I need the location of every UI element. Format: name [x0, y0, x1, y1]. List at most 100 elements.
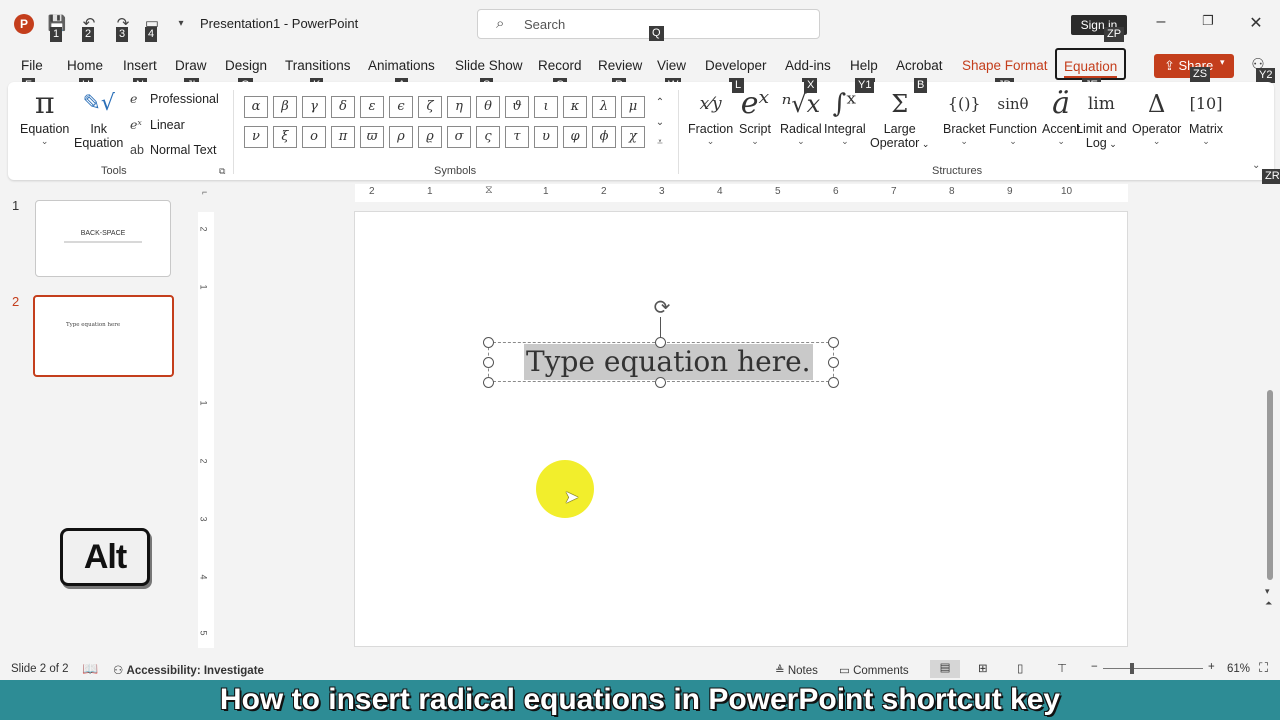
slide-sorter-icon[interactable]: ⊞: [978, 661, 988, 675]
accent-button[interactable]: ä Accent ⌄: [1042, 86, 1080, 146]
symbol-mu[interactable]: μ: [621, 96, 645, 118]
symbol-nu[interactable]: ν: [244, 126, 268, 148]
zoom-level[interactable]: 61%: [1227, 663, 1250, 675]
function-button[interactable]: sinθ Function ⌄: [989, 86, 1037, 146]
resize-handle-top[interactable]: [655, 337, 666, 348]
symbol-pi-var[interactable]: ϖ: [360, 126, 384, 148]
symbols-scroll-down-icon[interactable]: ⌄: [653, 114, 667, 132]
tab-view[interactable]: View: [657, 58, 686, 73]
equation-placeholder[interactable]: Type equation here.: [524, 344, 813, 380]
slideshow-view-icon[interactable]: ⊤: [1057, 661, 1067, 675]
notes-button[interactable]: ≜ Notes: [775, 663, 818, 677]
scrollbar-thumb[interactable]: [1267, 390, 1273, 580]
symbol-sigma[interactable]: σ: [447, 126, 471, 148]
symbols-scroll-up-icon[interactable]: ⌃: [653, 94, 667, 112]
tab-equation[interactable]: Equation: [1055, 48, 1127, 80]
symbol-eta[interactable]: η: [447, 96, 471, 118]
customize-qat-icon[interactable]: ▾: [170, 14, 192, 36]
symbol-rho-var[interactable]: ϱ: [418, 126, 442, 148]
bracket-button[interactable]: {()} Bracket ⌄: [943, 86, 985, 146]
symbol-epsilon-var[interactable]: ϵ: [389, 96, 413, 118]
tab-acrobat[interactable]: Acrobat: [896, 58, 943, 73]
symbol-chi[interactable]: χ: [621, 126, 645, 148]
symbols-more-icon[interactable]: ⩡: [653, 134, 667, 152]
ink-equation-button[interactable]: ✎√ Ink Equation: [74, 86, 123, 150]
symbol-iota[interactable]: ι: [534, 96, 558, 118]
radical-button[interactable]: ⁿ√x Radical ⌄: [780, 86, 822, 146]
indent-marker-icon[interactable]: ⧖: [485, 184, 493, 197]
slide-thumbnail-1[interactable]: BACK-SPACE: [35, 200, 171, 277]
resize-handle-right[interactable]: [828, 357, 839, 368]
tab-help[interactable]: Help: [850, 58, 878, 73]
resize-handle-bottom-left[interactable]: [483, 377, 494, 388]
symbol-pi[interactable]: π: [331, 126, 355, 148]
normal-view-icon[interactable]: ▤: [930, 660, 960, 678]
tab-home[interactable]: Home: [67, 58, 103, 73]
zoom-slider[interactable]: [1103, 668, 1203, 669]
slide-canvas[interactable]: [354, 211, 1128, 647]
zoom-out-icon[interactable]: −: [1091, 661, 1098, 673]
symbol-gamma[interactable]: γ: [302, 96, 326, 118]
operator-button[interactable]: Δ Operator ⌄: [1132, 86, 1181, 146]
comments-button[interactable]: ▭ Comments: [839, 663, 909, 677]
vertical-scrollbar[interactable]: ▾ ⏶: [1265, 190, 1277, 610]
symbol-omicron[interactable]: ο: [302, 126, 326, 148]
spelling-icon[interactable]: 📖: [82, 661, 98, 677]
rotate-handle-icon[interactable]: ⟳: [651, 297, 673, 319]
tab-animations[interactable]: Animations: [368, 58, 435, 73]
close-icon[interactable]: ✕: [1241, 13, 1271, 35]
tab-add-ins[interactable]: Add-ins: [785, 58, 831, 73]
minimize-icon[interactable]: –: [1146, 13, 1176, 35]
symbol-rho[interactable]: ρ: [389, 126, 413, 148]
symbol-sigma-final[interactable]: ς: [476, 126, 500, 148]
symbol-theta[interactable]: θ: [476, 96, 500, 118]
tab-file[interactable]: File: [21, 58, 43, 73]
tools-launcher-icon[interactable]: ⧉: [219, 166, 225, 177]
tab-insert[interactable]: Insert: [123, 58, 157, 73]
previous-slide-icon[interactable]: ⏶: [1265, 598, 1272, 609]
resize-handle-top-right[interactable]: [828, 337, 839, 348]
symbol-theta-var[interactable]: ϑ: [505, 96, 529, 118]
symbol-zeta[interactable]: ζ: [418, 96, 442, 118]
slide-thumbnail-2[interactable]: Type equation here: [33, 295, 174, 377]
symbol-epsilon[interactable]: ε: [360, 96, 384, 118]
script-button[interactable]: eˣ Script ⌄: [739, 86, 771, 146]
tab-slide-show[interactable]: Slide Show: [455, 58, 523, 73]
large-operator-button[interactable]: Σ Large Operator ⌄: [870, 86, 929, 150]
symbol-xi[interactable]: ξ: [273, 126, 297, 148]
resize-handle-bottom[interactable]: [655, 377, 666, 388]
tab-developer[interactable]: Developer: [705, 58, 767, 73]
integral-button[interactable]: ∫ˣ Integral ⌄: [824, 86, 866, 146]
equation-button[interactable]: π Equation ⌄: [20, 86, 69, 146]
scroll-down-icon[interactable]: ▾: [1265, 586, 1270, 597]
tab-shape-format[interactable]: Shape Format: [962, 58, 1048, 73]
linear-button[interactable]: eˣ Linear: [130, 117, 185, 132]
symbol-beta[interactable]: β: [273, 96, 297, 118]
symbol-lambda[interactable]: λ: [592, 96, 616, 118]
symbol-delta[interactable]: δ: [331, 96, 355, 118]
resize-handle-top-left[interactable]: [483, 337, 494, 348]
limit-and-log-button[interactable]: lim Limit and Log ⌄: [1076, 86, 1127, 150]
symbol-kappa[interactable]: κ: [563, 96, 587, 118]
symbol-phi-var[interactable]: ϕ: [592, 126, 616, 148]
accessibility-button[interactable]: ⚇ Accessibility: Investigate: [113, 663, 264, 677]
tab-review[interactable]: Review: [598, 58, 642, 73]
symbol-upsilon[interactable]: υ: [534, 126, 558, 148]
symbol-tau[interactable]: τ: [505, 126, 529, 148]
matrix-button[interactable]: [10] Matrix ⌄: [1189, 86, 1223, 146]
zoom-in-icon[interactable]: +: [1208, 661, 1215, 673]
resize-handle-left[interactable]: [483, 357, 494, 368]
symbol-phi[interactable]: φ: [563, 126, 587, 148]
tab-draw[interactable]: Draw: [175, 58, 207, 73]
symbol-alpha[interactable]: α: [244, 96, 268, 118]
zoom-slider-thumb[interactable]: [1130, 663, 1134, 674]
restore-icon[interactable]: ❐: [1193, 13, 1223, 35]
resize-handle-bottom-right[interactable]: [828, 377, 839, 388]
collapse-ribbon-icon[interactable]: ⌄: [1252, 160, 1260, 171]
tab-record[interactable]: Record: [538, 58, 582, 73]
professional-button[interactable]: e Professional: [130, 91, 219, 106]
reading-view-icon[interactable]: ▯: [1017, 661, 1023, 675]
tab-transitions[interactable]: Transitions: [285, 58, 351, 73]
normal-text-button[interactable]: ab Normal Text: [130, 143, 216, 157]
tab-design[interactable]: Design: [225, 58, 267, 73]
